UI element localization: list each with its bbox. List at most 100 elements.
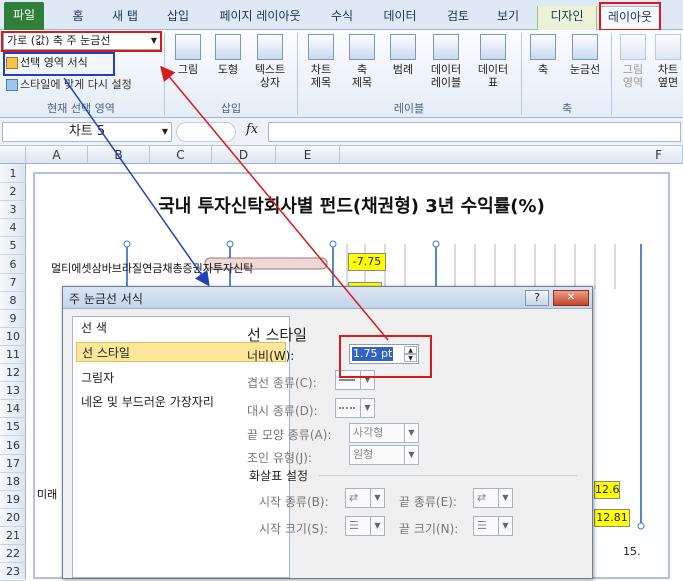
ribbon-separator	[521, 33, 522, 115]
row-header[interactable]: 7	[0, 273, 26, 292]
begin-type-dropdown[interactable]: ⇄ ▼	[345, 488, 385, 508]
column-header[interactable]: A	[26, 146, 88, 164]
plot-area-button[interactable]: 그림 영역	[616, 34, 650, 89]
row-header[interactable]: 11	[0, 345, 26, 364]
ribbon-separator	[611, 33, 612, 115]
select-all-corner[interactable]	[0, 146, 26, 164]
row-header[interactable]: 15	[0, 417, 26, 437]
column-headers: A B C D E F	[0, 146, 683, 164]
column-header[interactable]: E	[276, 146, 340, 164]
category-line-color[interactable]: 선 색	[81, 318, 107, 338]
name-box[interactable]: 차트 5 ▼	[2, 122, 172, 142]
data-labels-button[interactable]: 데이터 레이블	[425, 34, 467, 89]
insert-shape-button[interactable]: 도형	[210, 34, 246, 76]
reset-style-button[interactable]: 스타일에 맞게 다시 설정	[6, 76, 162, 94]
axis-title-label-2: 제목	[351, 76, 373, 89]
tab-page-layout[interactable]: 페이지 레이아웃	[212, 6, 308, 30]
column-header[interactable]: F	[340, 146, 683, 164]
row-header[interactable]: 3	[0, 200, 26, 220]
begin-size-label: 시작 크기(S):	[259, 522, 328, 536]
data-labels-label-2: 레이블	[430, 76, 462, 89]
tab-data[interactable]: 데이터	[378, 6, 422, 30]
axis-title-button[interactable]: 축 제목	[343, 34, 381, 89]
category-label: 멀티에셋삼바브라질연금채총증권자투자신탁	[51, 262, 254, 275]
row-header[interactable]: 17	[0, 454, 26, 473]
insert-picture-button[interactable]: 그림	[170, 34, 206, 76]
size-icon: ☰	[349, 519, 359, 532]
row-header[interactable]: 1	[0, 164, 26, 183]
gridlines-button[interactable]: 눈금선	[563, 34, 607, 76]
category-shadow[interactable]: 그림자	[81, 368, 114, 388]
begin-size-dropdown[interactable]: ☰ ▼	[345, 516, 385, 536]
dash-type-dropdown[interactable]: ▼	[335, 398, 375, 418]
end-size-dropdown[interactable]: ☰ ▼	[473, 516, 513, 536]
tab-review[interactable]: 검토	[440, 6, 476, 30]
row-header[interactable]: 12	[0, 363, 26, 383]
chart-wall-label-1: 차트	[657, 63, 679, 76]
column-header[interactable]: D	[212, 146, 276, 164]
dropdown-highlight-box	[1, 31, 162, 52]
end-type-dropdown[interactable]: ⇄ ▼	[473, 488, 513, 508]
formula-bar: 차트 5 ▼ fx	[0, 118, 683, 146]
tab-highlight-box	[599, 2, 661, 31]
group-label-axes: 축	[561, 102, 573, 115]
row-header[interactable]: 20	[0, 508, 26, 527]
chevron-down-icon: ▼	[370, 489, 384, 507]
cap-type-dropdown[interactable]: 사각형 ▼	[349, 423, 419, 443]
row-header[interactable]: 19	[0, 490, 26, 509]
tab-home[interactable]: 홈	[63, 6, 93, 30]
row-header[interactable]: 22	[0, 544, 26, 564]
dialog-titlebar[interactable]: 주 눈금선 서식 ? ✕	[63, 287, 592, 309]
gridlines-label: 눈금선	[569, 63, 601, 76]
row-headers: 1 2 3 4 5 6 7 8 9 10 11 12 13 14 15 16 17 18 19 20 21 22 23	[0, 164, 26, 581]
arrow-settings-header: 화살표 설정	[249, 469, 309, 483]
data-table-button[interactable]: 데이터 표	[472, 34, 514, 89]
row-header[interactable]: 14	[0, 399, 26, 419]
axes-button[interactable]: 축	[526, 34, 560, 76]
row-header[interactable]: 23	[0, 562, 26, 581]
data-labels-label-1: 데이터	[430, 63, 462, 76]
join-type-dropdown[interactable]: 원형 ▼	[349, 445, 419, 465]
row-header[interactable]: 16	[0, 436, 26, 455]
formula-input[interactable]	[268, 122, 681, 142]
tab-formulas[interactable]: 수식	[322, 6, 362, 30]
data-label[interactable]: 12.81	[594, 509, 630, 527]
row-header[interactable]: 18	[0, 472, 26, 491]
insert-textbox-label-1: 텍스트	[254, 63, 286, 76]
ribbon-separator	[297, 33, 298, 115]
row-header[interactable]: 13	[0, 381, 26, 401]
row-header[interactable]: 10	[0, 327, 26, 346]
picture-icon	[175, 34, 201, 60]
row-header[interactable]: 8	[0, 291, 26, 310]
join-type-label: 조인 유형(J):	[247, 451, 312, 465]
width-highlight-box	[339, 335, 432, 378]
column-header[interactable]: B	[88, 146, 150, 164]
chart-title-icon	[308, 34, 334, 60]
shape-icon	[215, 34, 241, 60]
insert-textbox-button[interactable]: 텍스트 상자	[250, 34, 290, 89]
tab-new[interactable]: 새 탭	[102, 6, 148, 30]
chart-title-button[interactable]: 차트 제목	[302, 34, 340, 89]
help-button[interactable]: ?	[525, 290, 549, 306]
row-header[interactable]: 5	[0, 236, 26, 256]
tab-insert[interactable]: 삽입	[160, 6, 196, 30]
row-header[interactable]: 21	[0, 526, 26, 545]
row-header[interactable]: 2	[0, 182, 26, 202]
tab-view[interactable]: 보기	[490, 6, 526, 30]
fx-icon[interactable]: fx	[246, 122, 258, 137]
tab-chart-design[interactable]: 디자인	[537, 6, 597, 30]
row-header[interactable]: 4	[0, 218, 26, 238]
tab-file[interactable]: 파일	[4, 2, 44, 30]
chart-wall-button[interactable]: 차트 옆면	[653, 34, 683, 89]
category-glow-soft-edges[interactable]: 네온 및 부드러운 가장자리	[81, 392, 214, 412]
data-label[interactable]: 12.6	[594, 481, 620, 499]
gridline-handle	[226, 240, 234, 248]
data-label[interactable]: -7.75	[348, 253, 386, 271]
format-gridlines-dialog: 주 눈금선 서식 ? ✕ 선 색 선 스타일 그림자 네온 및 부드러운 가장자…	[62, 286, 593, 579]
chevron-down-icon: ▼	[404, 446, 418, 464]
close-button[interactable]: ✕	[553, 290, 589, 306]
row-header[interactable]: 6	[0, 255, 26, 274]
row-header[interactable]: 9	[0, 309, 26, 328]
legend-button[interactable]: 범례	[385, 34, 421, 76]
column-header[interactable]: C	[150, 146, 212, 164]
